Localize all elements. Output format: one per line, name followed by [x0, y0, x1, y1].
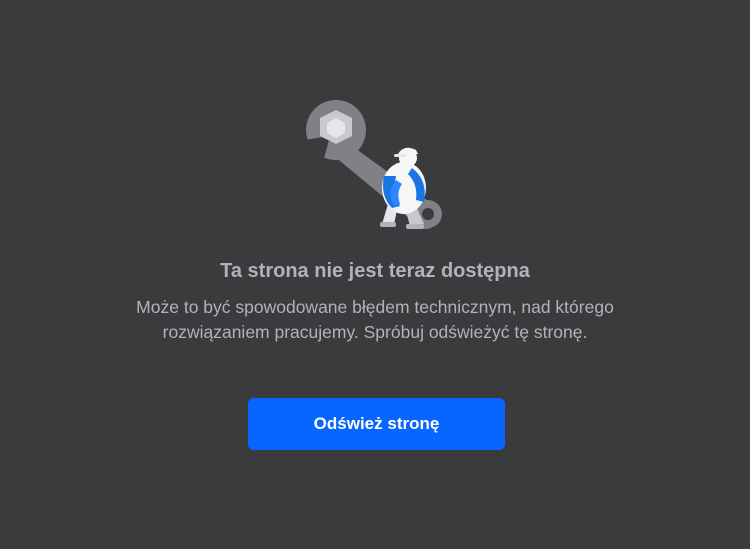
reload-page-button[interactable]: Odśwież stronę [248, 398, 505, 450]
error-page: Ta strona nie jest teraz dostępna Może t… [0, 0, 750, 549]
error-message: Może to być spowodowane błędem techniczn… [136, 297, 614, 342]
broken-wrench-worker-icon [304, 100, 442, 229]
error-title: Ta strona nie jest teraz dostępna [220, 260, 530, 282]
